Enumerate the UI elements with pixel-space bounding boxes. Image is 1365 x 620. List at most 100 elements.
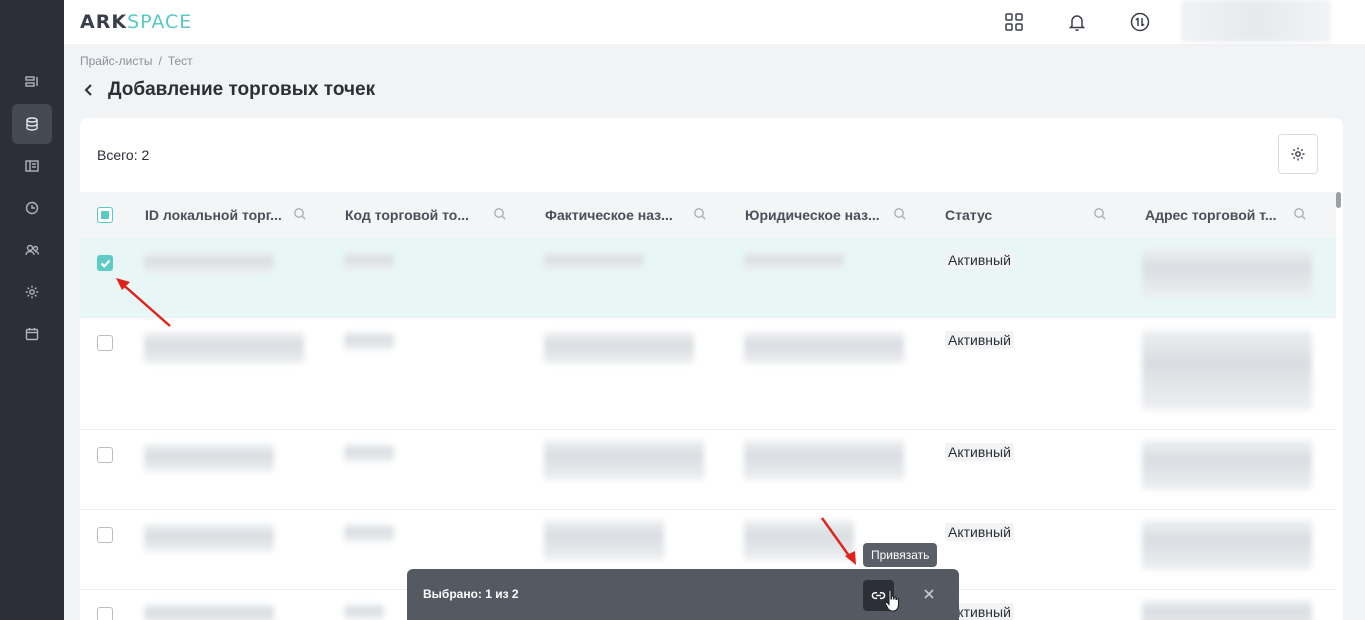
row-checkbox[interactable] bbox=[97, 255, 113, 271]
user-profile-blurred[interactable] bbox=[1181, 0, 1331, 42]
breadcrumb-separator: / bbox=[158, 54, 162, 68]
sidebar-item-calendar[interactable] bbox=[12, 314, 52, 354]
chevron-left-icon bbox=[84, 84, 92, 96]
column-header-local-id[interactable]: ID локальной торг... bbox=[145, 192, 282, 238]
sidebar-item-settings[interactable] bbox=[12, 272, 52, 312]
status-badge: Активный bbox=[945, 523, 1014, 541]
app-logo[interactable]: ARKSPACE bbox=[80, 11, 192, 33]
gear-icon bbox=[1291, 147, 1305, 161]
sidebar-item-database[interactable] bbox=[12, 104, 52, 144]
status-badge: Активный bbox=[945, 443, 1014, 461]
table-row[interactable]: Активный bbox=[80, 430, 1336, 510]
blurred-cell bbox=[144, 332, 304, 364]
row-checkbox[interactable] bbox=[97, 335, 113, 351]
sidebar-item-users[interactable] bbox=[12, 230, 52, 270]
blurred-cell bbox=[744, 440, 904, 480]
back-button[interactable] bbox=[82, 78, 102, 102]
blurred-cell bbox=[344, 332, 394, 350]
blurred-cell bbox=[1142, 440, 1312, 490]
column-search-actual-name[interactable] bbox=[693, 207, 709, 223]
column-header-address[interactable]: Адрес торговой т... bbox=[1145, 192, 1277, 238]
blurred-cell bbox=[344, 444, 394, 462]
column-header-actual-name[interactable]: Фактическое наз... bbox=[545, 192, 673, 238]
table-settings-button[interactable] bbox=[1278, 134, 1318, 174]
notifications-button[interactable] bbox=[1065, 10, 1089, 34]
logo-ark: ARK bbox=[80, 11, 128, 33]
blurred-cell bbox=[144, 444, 274, 472]
column-search-address[interactable] bbox=[1293, 207, 1309, 223]
table-header: ID локальной торг... Код торговой то... … bbox=[80, 192, 1336, 238]
blurred-cell bbox=[1142, 600, 1312, 620]
page-title: Добавление торговых точек bbox=[108, 79, 376, 100]
title-row: Добавление торговых точек bbox=[82, 78, 375, 102]
breadcrumb-item-test[interactable]: Тест bbox=[168, 54, 193, 68]
panel-icon bbox=[25, 160, 39, 172]
annotation-arrow-icon bbox=[116, 278, 171, 327]
sidebar-item-history[interactable] bbox=[12, 188, 52, 228]
search-icon bbox=[494, 208, 506, 220]
row-checkbox[interactable] bbox=[97, 607, 113, 620]
gear-icon bbox=[25, 285, 39, 299]
clock-icon bbox=[25, 201, 39, 215]
exchange-button[interactable] bbox=[1128, 10, 1152, 34]
status-badge: Активный bbox=[945, 251, 1014, 269]
selected-count: Выбрано: 1 из 2 bbox=[423, 587, 519, 601]
blurred-cell bbox=[1142, 248, 1312, 298]
sidebar-item-panel[interactable] bbox=[12, 146, 52, 186]
blurred-cell bbox=[744, 252, 844, 270]
blurred-cell bbox=[544, 332, 694, 364]
column-search-status[interactable] bbox=[1093, 207, 1109, 223]
table-row[interactable]: Активный bbox=[80, 318, 1336, 430]
sidebar-item-layout[interactable] bbox=[12, 62, 52, 102]
row-checkbox[interactable] bbox=[97, 447, 113, 463]
apps-grid-icon bbox=[1005, 13, 1023, 31]
calendar-icon bbox=[25, 328, 39, 341]
close-bulk-bar-button[interactable] bbox=[923, 587, 937, 601]
topbar: ARKSPACE bbox=[64, 0, 1365, 44]
blurred-cell bbox=[344, 524, 394, 542]
search-icon bbox=[1294, 208, 1306, 220]
bulk-action-bar: Выбрано: 1 из 2 bbox=[407, 569, 959, 620]
bell-icon bbox=[1068, 15, 1086, 32]
apps-button[interactable] bbox=[1002, 10, 1026, 34]
column-header-legal-name[interactable]: Юридическое наз... bbox=[745, 192, 880, 238]
hand-cursor-icon bbox=[884, 589, 900, 612]
breadcrumb: Прайс-листы / Тест bbox=[80, 54, 193, 68]
column-header-outlet-code[interactable]: Код торговой то... bbox=[345, 192, 469, 238]
select-all-checkbox[interactable] bbox=[97, 207, 113, 223]
logo-space: SPACE bbox=[127, 11, 193, 33]
blurred-cell bbox=[544, 440, 704, 480]
bind-tooltip: Привязать bbox=[863, 543, 938, 567]
blurred-cell bbox=[344, 604, 384, 620]
blurred-cell bbox=[144, 524, 274, 552]
blurred-cell bbox=[544, 520, 664, 560]
table-card: Всего: 2 ID локальной торг... Код торгов… bbox=[80, 118, 1343, 620]
search-icon bbox=[694, 208, 706, 220]
blurred-cell bbox=[144, 604, 274, 620]
blurred-cell bbox=[144, 252, 274, 274]
blurred-cell bbox=[544, 252, 644, 270]
column-search-legal-name[interactable] bbox=[893, 207, 909, 223]
layout-list-icon bbox=[25, 76, 38, 87]
search-icon bbox=[1094, 208, 1106, 220]
exchange-icon bbox=[1130, 12, 1150, 32]
blurred-cell bbox=[744, 332, 904, 364]
annotation-arrow-icon bbox=[821, 517, 856, 565]
table-row[interactable]: Активный bbox=[80, 238, 1336, 318]
search-icon bbox=[294, 208, 306, 220]
close-icon bbox=[924, 589, 934, 599]
total-count: Всего: 2 bbox=[97, 147, 150, 163]
status-badge: Активный bbox=[945, 331, 1014, 349]
column-header-status[interactable]: Статус bbox=[945, 192, 992, 238]
column-search-outlet-code[interactable] bbox=[493, 207, 509, 223]
column-search-local-id[interactable] bbox=[293, 207, 309, 223]
row-checkbox[interactable] bbox=[97, 527, 113, 543]
vertical-scrollbar[interactable] bbox=[1336, 192, 1341, 208]
sidebar bbox=[0, 0, 64, 620]
breadcrumb-item-price-lists[interactable]: Прайс-листы bbox=[80, 54, 153, 68]
users-icon bbox=[25, 244, 40, 256]
blurred-cell bbox=[1142, 520, 1312, 570]
checkmark-icon bbox=[100, 259, 111, 268]
blurred-cell bbox=[1142, 330, 1312, 410]
search-icon bbox=[894, 208, 906, 220]
